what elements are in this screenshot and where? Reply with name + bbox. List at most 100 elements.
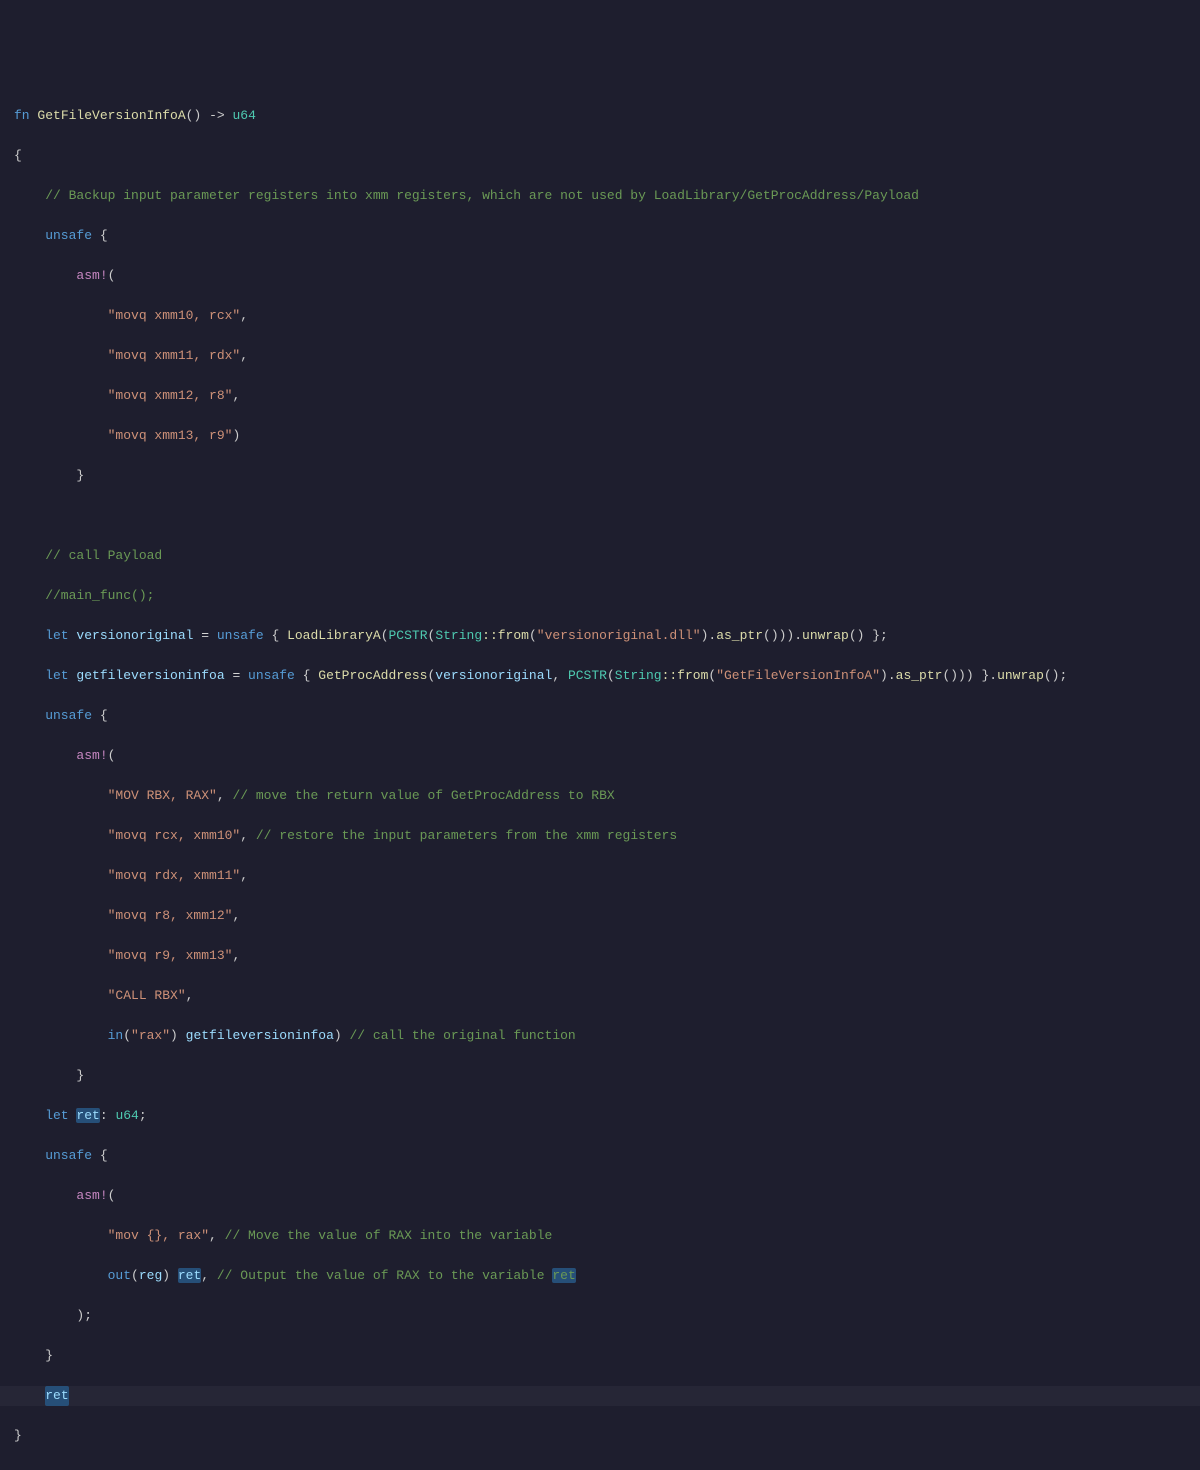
- comma: ,: [240, 308, 248, 323]
- comment: // Move the value of RAX into the variab…: [225, 1228, 553, 1243]
- macro-asm: asm!: [14, 1188, 108, 1203]
- punc: ();: [1044, 668, 1067, 683]
- brace: {: [92, 708, 108, 723]
- fn-call: GetProcAddress: [318, 668, 427, 683]
- code-line: "movq rcx, xmm10", // restore the input …: [0, 826, 1200, 846]
- fn-call: LoadLibraryA: [287, 628, 381, 643]
- variable-highlighted: ret: [45, 1386, 68, 1406]
- code-line: let versionoriginal = unsafe { LoadLibra…: [0, 626, 1200, 646]
- paren: ): [334, 1028, 350, 1043]
- string: "GetFileVersionInfoA": [716, 668, 880, 683]
- code-line: );: [0, 1306, 1200, 1326]
- comma: ,: [240, 868, 248, 883]
- code-line: }: [0, 1346, 1200, 1366]
- keyword-let: let: [14, 1108, 69, 1123]
- brace: }: [14, 1068, 84, 1083]
- variable-ret: ret: [69, 1108, 100, 1123]
- brace: {: [92, 228, 108, 243]
- paren: ): [170, 1028, 186, 1043]
- string: "movq rdx, xmm11": [14, 868, 240, 883]
- variable: versionoriginal: [435, 668, 552, 683]
- code-line: out(reg) ret, // Output the value of RAX…: [0, 1266, 1200, 1286]
- equals: =: [225, 668, 248, 683]
- fn-call: ::from: [662, 668, 709, 683]
- comma: ,: [232, 908, 240, 923]
- string: "movq xmm13, r9": [14, 428, 232, 443]
- code-line: asm!(: [0, 1186, 1200, 1206]
- code-line: "MOV RBX, RAX", // move the return value…: [0, 786, 1200, 806]
- code-line: "movq rdx, xmm11",: [0, 866, 1200, 886]
- string: "movq r9, xmm13": [14, 948, 232, 963]
- comment: //main_func();: [14, 588, 154, 603]
- parens: (): [186, 108, 202, 123]
- code-line: // call Payload: [0, 546, 1200, 566]
- string: "rax": [131, 1028, 170, 1043]
- brace: }: [14, 1428, 22, 1443]
- variable: getfileversioninfoa: [186, 1028, 334, 1043]
- reg: reg: [139, 1268, 162, 1283]
- return-expr: ret: [14, 1388, 69, 1403]
- comma: ,: [240, 828, 256, 843]
- code-line: }: [0, 1066, 1200, 1086]
- type: PCSTR: [389, 628, 428, 643]
- string: "movq rcx, xmm10": [14, 828, 240, 843]
- comma: ,: [186, 988, 194, 1003]
- punc: () };: [849, 628, 888, 643]
- paren: );: [14, 1308, 92, 1323]
- string: "CALL RBX": [14, 988, 186, 1003]
- variable-highlighted: ret: [552, 1268, 575, 1283]
- string: "movq r8, xmm12": [14, 908, 232, 923]
- code-line: }: [0, 466, 1200, 486]
- code-line: "movq xmm11, rdx",: [0, 346, 1200, 366]
- variable: versionoriginal: [69, 628, 194, 643]
- code-line: "movq xmm10, rcx",: [0, 306, 1200, 326]
- comment: // Output the value of RAX to the variab…: [217, 1268, 552, 1283]
- code-line: asm!(: [0, 746, 1200, 766]
- macro-asm: asm!: [14, 268, 108, 283]
- string: "MOV RBX, RAX": [14, 788, 217, 803]
- type: String: [435, 628, 482, 643]
- paren: (: [108, 748, 116, 763]
- code-line: let ret: u64;: [0, 1106, 1200, 1126]
- comment: // move the return value of GetProcAddre…: [232, 788, 614, 803]
- paren: ())) }.: [942, 668, 997, 683]
- variable-highlighted: ret: [76, 1108, 99, 1123]
- code-line: unsafe {: [0, 706, 1200, 726]
- variable-highlighted: ret: [178, 1268, 201, 1283]
- arrow: ->: [201, 108, 232, 123]
- brace: }: [14, 468, 84, 483]
- comma: ,: [201, 1268, 217, 1283]
- comma: ,: [217, 788, 233, 803]
- variable: getfileversioninfoa: [69, 668, 225, 683]
- keyword-let: let: [14, 668, 69, 683]
- keyword-unsafe: unsafe: [14, 1148, 92, 1163]
- paren: (: [529, 628, 537, 643]
- function-name: GetFileVersionInfoA: [37, 108, 185, 123]
- paren: ).: [701, 628, 717, 643]
- code-line: unsafe {: [0, 226, 1200, 246]
- comma: ,: [552, 668, 568, 683]
- colon: :: [100, 1108, 116, 1123]
- keyword-unsafe: unsafe: [248, 668, 295, 683]
- paren: (: [108, 268, 116, 283]
- keyword-out: out: [14, 1268, 131, 1283]
- code-line: }: [0, 1426, 1200, 1446]
- comment: // Backup input parameter registers into…: [14, 188, 919, 203]
- macro-asm: asm!: [14, 748, 108, 763]
- semicolon: ;: [139, 1108, 147, 1123]
- equals: =: [193, 628, 216, 643]
- code-line: "movq r9, xmm13",: [0, 946, 1200, 966]
- brace: {: [14, 148, 22, 163]
- comment: // call Payload: [14, 548, 162, 563]
- keyword-unsafe: unsafe: [14, 708, 92, 723]
- code-line: "CALL RBX",: [0, 986, 1200, 1006]
- paren: (: [123, 1028, 131, 1043]
- keyword-fn: fn: [14, 108, 30, 123]
- code-line: "movq xmm13, r9"): [0, 426, 1200, 446]
- code-line: in("rax") getfileversioninfoa) // call t…: [0, 1026, 1200, 1046]
- paren: (: [108, 1188, 116, 1203]
- code-line: "movq r8, xmm12",: [0, 906, 1200, 926]
- keyword-in: in: [14, 1028, 123, 1043]
- string: "movq xmm12, r8": [14, 388, 232, 403]
- code-editor[interactable]: fn GetFileVersionInfoA() -> u64 { // Bac…: [0, 86, 1200, 1466]
